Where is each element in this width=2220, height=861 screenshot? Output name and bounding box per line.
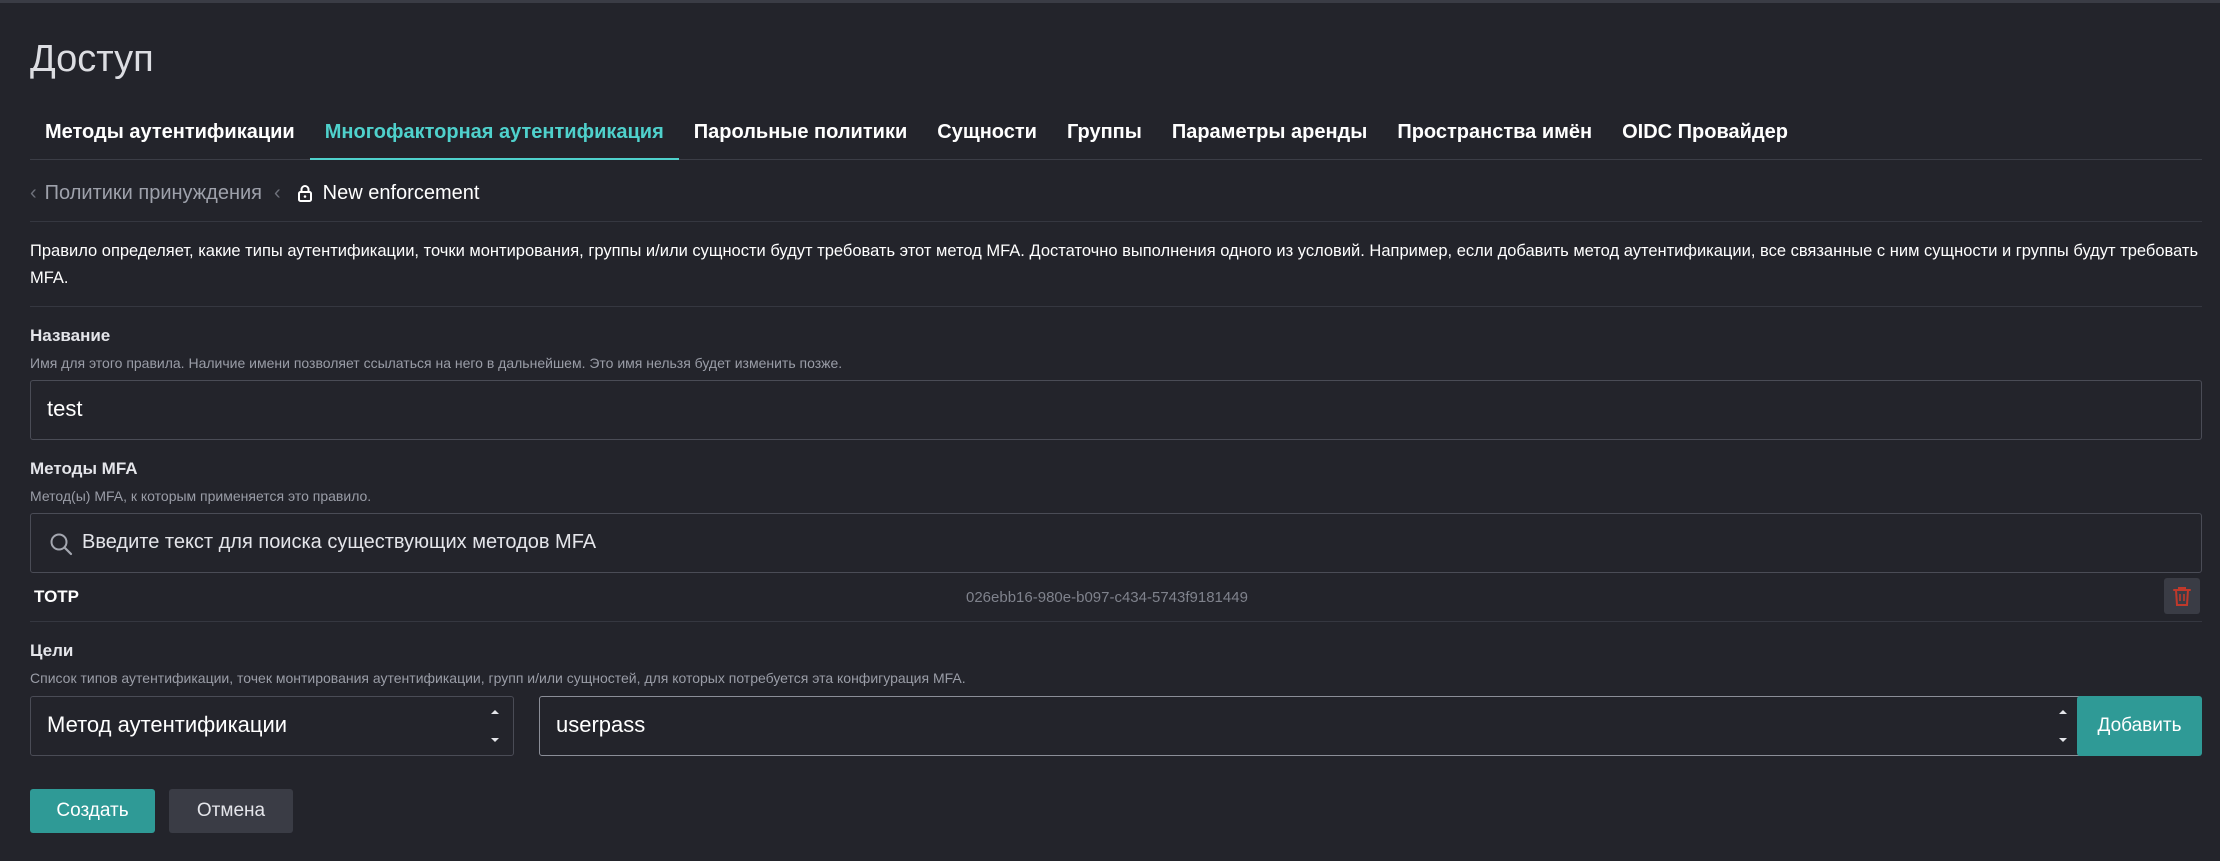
rule-description: Правило определяет, какие типы аутентифи… — [30, 242, 2199, 287]
tab-password-policies[interactable]: Парольные политики — [679, 110, 922, 160]
mfa-methods-help: Метод(ы) MFA, к которым применяется это … — [30, 488, 372, 504]
trash-icon — [2173, 587, 2191, 606]
tab-entities[interactable]: Сущности — [922, 110, 1052, 160]
mfa-method-id: 026ebb16-980e-b097-c434-5743f9181449 — [966, 589, 1248, 606]
remove-mfa-method-button[interactable] — [2164, 578, 2200, 614]
divider — [30, 306, 2202, 307]
select-arrows-icon — [491, 710, 499, 742]
chevron-left-icon: ‹ — [274, 181, 281, 204]
tab-auth-methods[interactable]: Методы аутентификации — [30, 110, 310, 160]
mfa-methods-label: Методы MFA — [30, 459, 138, 478]
name-help: Имя для этого правила. Наличие имени поз… — [30, 355, 843, 371]
breadcrumb-current: New enforcement — [322, 181, 480, 204]
breadcrumb: ‹ Политики принуждения ‹ New enforcement — [30, 178, 479, 208]
tab-mfa[interactable]: Многофакторная аутентификация — [309, 110, 679, 160]
target-value-select[interactable]: userpass — [539, 696, 2082, 756]
targets-label: Цели — [30, 641, 74, 660]
targets-help: Список типов аутентификации, точек монти… — [30, 670, 966, 686]
access-tabs: Методы аутентификации Многофакторная аут… — [30, 110, 2202, 160]
tab-namespaces[interactable]: Пространства имён — [1382, 110, 1607, 160]
chevron-left-icon: ‹ — [30, 181, 37, 204]
mfa-search-placeholder: Введите текст для поиска существующих ме… — [82, 531, 597, 553]
tab-leases[interactable]: Параметры аренды — [1157, 110, 1382, 160]
select-arrows-icon — [2059, 710, 2067, 742]
target-value: userpass — [556, 712, 646, 737]
target-type-select[interactable]: Метод аутентификации — [30, 696, 514, 756]
mfa-method-name: TOTP — [34, 587, 80, 606]
cancel-button[interactable]: Отмена — [169, 789, 293, 833]
target-type-value: Метод аутентификации — [47, 712, 288, 737]
tab-groups[interactable]: Группы — [1052, 110, 1157, 160]
divider — [30, 621, 2202, 622]
lock-icon — [297, 185, 312, 202]
mfa-search-input[interactable]: Введите текст для поиска существующих ме… — [30, 513, 2202, 573]
name-label: Название — [30, 326, 111, 345]
create-button[interactable]: Создать — [30, 789, 155, 833]
breadcrumb-parent-link[interactable]: Политики принуждения — [45, 182, 262, 205]
top-border — [0, 0, 2220, 3]
search-icon — [50, 533, 73, 556]
name-field[interactable]: test — [30, 380, 2202, 440]
name-field-value: test — [47, 396, 83, 421]
add-target-button[interactable]: Добавить — [2077, 696, 2202, 756]
mfa-method-item: TOTP 026ebb16-980e-b097-c434-5743f918144… — [30, 578, 2202, 620]
divider — [30, 221, 2202, 222]
tab-oidc-provider[interactable]: OIDC Провайдер — [1607, 110, 1803, 160]
page-title: Доступ — [30, 38, 154, 80]
